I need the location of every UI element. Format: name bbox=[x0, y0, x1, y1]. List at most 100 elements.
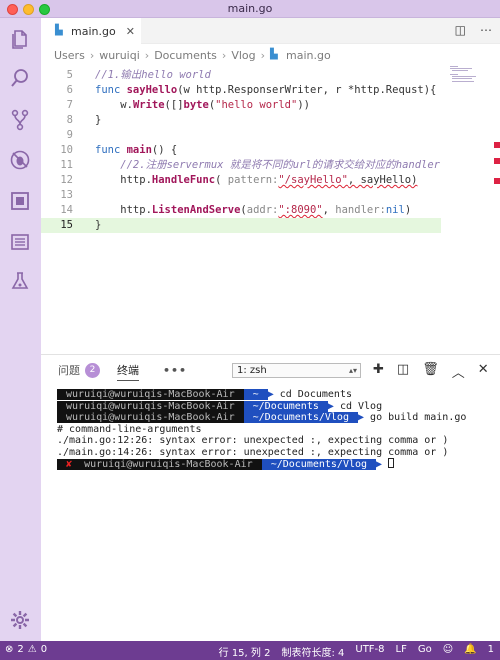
end-of-line[interactable]: LF bbox=[396, 644, 407, 659]
code-line[interactable]: 10 func main() { bbox=[41, 143, 441, 158]
tab-problems[interactable]: 问题 2 bbox=[58, 362, 100, 378]
code-token: } bbox=[95, 219, 102, 231]
code-line[interactable]: 8} bbox=[41, 113, 441, 128]
code-line[interactable]: 5 //1.输出hello world bbox=[41, 68, 441, 83]
breadcrumb-item[interactable]: Vlog bbox=[231, 49, 255, 62]
breadcrumb-item[interactable]: wuruiqi bbox=[99, 49, 140, 62]
prompt-user: wuruiqi@wuruiqis-MacBook-Air bbox=[81, 459, 262, 470]
panel-actions: ✚ ◫ 🗑 ︿ ✕ bbox=[373, 362, 489, 381]
code-line[interactable]: 6 func sayHello(w http.ResponserWriter, r… bbox=[41, 83, 441, 98]
code-text: http.HandleFunc( pattern:"/sayHello", sa… bbox=[95, 173, 417, 188]
code-line[interactable]: 14 http.ListenAndServe(addr:":8090", han… bbox=[41, 203, 441, 218]
debug-icon[interactable] bbox=[9, 149, 31, 171]
code-editor[interactable]: 5 //1.输出hello world 6 func sayHello(w http.… bbox=[41, 66, 500, 354]
window-title: main.go bbox=[227, 2, 273, 15]
terminal-output[interactable]: wuruiqi@wuruiqis-MacBook-Air ~ ▶ cd Docu… bbox=[57, 389, 497, 470]
more-views-icon[interactable]: ••• bbox=[163, 364, 187, 377]
code-token: () { bbox=[151, 144, 178, 156]
breadcrumb-item[interactable]: Users bbox=[54, 49, 85, 62]
problems-status[interactable]: ⊗ 2 ⚠ 0 bbox=[5, 644, 47, 655]
line-number: 13 bbox=[60, 189, 73, 201]
code-token: http. bbox=[95, 204, 152, 216]
breadcrumb-item[interactable]: Documents bbox=[154, 49, 217, 62]
extensions-icon[interactable] bbox=[9, 190, 31, 212]
activity-bar bbox=[0, 18, 41, 641]
code-line[interactable]: 13 bbox=[41, 188, 441, 203]
split-editor-icon[interactable]: ◫ bbox=[455, 23, 466, 37]
encoding[interactable]: UTF-8 bbox=[355, 644, 384, 659]
split-terminal-icon[interactable]: ◫ bbox=[397, 362, 409, 381]
error-count: 2 bbox=[17, 644, 24, 655]
code-token: HandleFunc bbox=[151, 174, 216, 186]
breadcrumb-item[interactable]: main.go bbox=[286, 49, 331, 62]
code-token: ([] bbox=[164, 99, 184, 111]
chevron-right-icon: › bbox=[144, 48, 150, 62]
code-text: //2.注册servermux 就是将不同的url的请求交给对应的handler bbox=[95, 158, 440, 173]
error-marker bbox=[494, 178, 500, 184]
terminal-select-value: 1: zsh bbox=[237, 365, 267, 376]
chevron-right-icon: › bbox=[221, 48, 227, 62]
code-token: ( bbox=[215, 174, 228, 186]
settings-gear-icon[interactable] bbox=[9, 609, 31, 631]
line-number: 7 bbox=[66, 99, 73, 111]
terminal-select[interactable]: 1: zsh ▴▾ bbox=[232, 363, 361, 378]
notifications-bell-icon[interactable]: 🔔 bbox=[464, 644, 476, 659]
code-line[interactable]: 9 bbox=[41, 128, 441, 143]
close-tab-icon[interactable]: ✕ bbox=[126, 25, 135, 38]
feedback-smiley-icon[interactable]: ☺ bbox=[443, 644, 453, 659]
terminal-line: # command-line-arguments bbox=[57, 423, 202, 435]
code-token: , sayHello) bbox=[347, 174, 418, 186]
code-line[interactable]: 15} bbox=[41, 218, 441, 233]
error-icon: ⊗ bbox=[5, 644, 14, 655]
tab-main-go[interactable]: ▙ main.go ✕ bbox=[41, 18, 141, 44]
code-token: ListenAndServe bbox=[151, 204, 241, 216]
error-marker bbox=[494, 158, 500, 164]
line-number: 9 bbox=[66, 129, 73, 141]
search-icon[interactable] bbox=[9, 67, 31, 89]
line-number: 10 bbox=[60, 144, 73, 156]
code-token: (w http.ResponserWriter, r *http.Requst)… bbox=[177, 84, 437, 96]
tab-size[interactable]: 制表符长度: 4 bbox=[281, 644, 344, 659]
code-token: main bbox=[126, 144, 152, 156]
code-token: , bbox=[322, 204, 336, 216]
more-actions-icon[interactable]: ⋯ bbox=[480, 23, 492, 37]
line-number: 5 bbox=[66, 69, 73, 81]
line-number: 6 bbox=[66, 84, 73, 96]
code-token: func bbox=[95, 144, 127, 156]
explorer-icon[interactable] bbox=[9, 28, 31, 50]
terminal-command: cd Documents bbox=[273, 389, 352, 400]
code-token: addr: bbox=[246, 204, 279, 216]
minimap[interactable] bbox=[450, 66, 480, 86]
outline-list-icon[interactable] bbox=[9, 231, 31, 253]
prompt-directory: ~ bbox=[243, 389, 268, 400]
chevron-right-icon: › bbox=[260, 48, 266, 62]
flask-icon[interactable] bbox=[9, 270, 31, 292]
language-mode[interactable]: Go bbox=[418, 644, 432, 659]
code-token: } bbox=[95, 114, 102, 126]
title-bar: main.go bbox=[0, 0, 500, 18]
close-panel-icon[interactable]: ✕ bbox=[478, 362, 489, 381]
code-token: pattern: bbox=[227, 174, 279, 186]
notification-count: 1 bbox=[487, 644, 494, 655]
code-token: ) bbox=[404, 204, 412, 216]
go-file-icon: ▙ bbox=[55, 25, 63, 36]
line-number: 8 bbox=[66, 114, 73, 126]
go-file-icon: ▙ bbox=[270, 49, 278, 60]
terminal-command: cd Vlog bbox=[333, 400, 383, 412]
maximize-panel-icon[interactable]: ︿ bbox=[452, 362, 465, 381]
code-line[interactable]: 7 w.Write([]byte("hello world")) bbox=[41, 98, 441, 113]
prompt-directory: ~/Documents/Vlog bbox=[261, 459, 377, 470]
problems-count-badge: 2 bbox=[85, 362, 100, 378]
tab-terminal[interactable]: 终端 bbox=[117, 362, 139, 381]
breadcrumb: Users › wuruiqi › Documents › Vlog › ▙ main.… bbox=[41, 44, 500, 66]
error-status-icon: ✘ bbox=[57, 459, 82, 470]
cursor-position[interactable]: 行 15, 列 2 bbox=[219, 644, 271, 659]
code-line[interactable]: 11 //2.注册servermux 就是将不同的url的请求交给对应的hand… bbox=[41, 158, 441, 173]
bottom-panel: 问题 2 终端 ••• 1: zsh ▴▾ ✚ ◫ 🗑 ︿ ✕ wuruiqi@… bbox=[41, 354, 500, 641]
source-control-icon[interactable] bbox=[9, 109, 31, 131]
trash-icon[interactable]: 🗑 bbox=[422, 362, 439, 381]
new-terminal-icon[interactable]: ✚ bbox=[373, 362, 384, 381]
terminal-line: wuruiqi@wuruiqis-MacBook-Air ~ ▶ cd Docu… bbox=[57, 389, 497, 401]
code-line[interactable]: 12 http.HandleFunc( pattern:"/sayHello",… bbox=[41, 173, 441, 188]
code-token: //1.输出hello world bbox=[95, 69, 211, 81]
